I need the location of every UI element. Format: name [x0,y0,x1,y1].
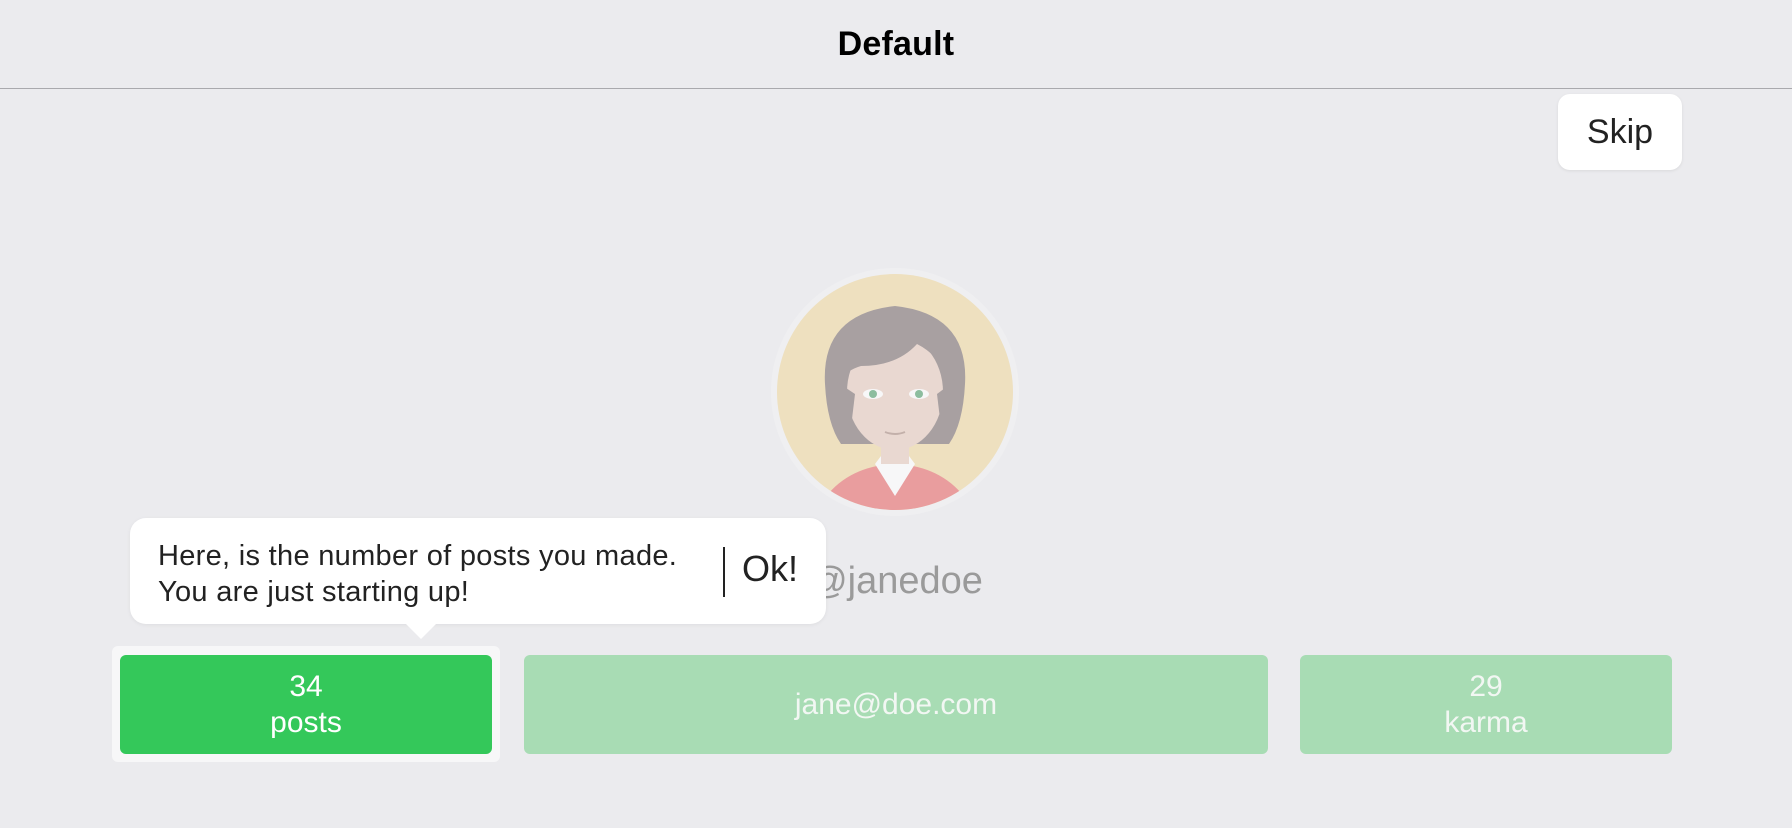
navigation-bar: Default [0,0,1792,89]
tooltip-line-1: Here, is the number of posts you made. [158,540,678,572]
skip-button[interactable]: Skip [1558,94,1682,170]
posts-stat-button[interactable]: 34 posts [120,655,492,754]
tooltip-message: Here, is the number of posts you made. Y… [158,538,718,610]
posts-count: 34 [289,669,323,703]
tooltip-ok-button[interactable]: Ok! [742,548,798,590]
page-title: Default [837,24,955,63]
karma-label: karma [1444,705,1528,739]
tooltip-line-2: You are just starting up! [158,576,470,608]
woman-avatar-icon [777,274,1013,510]
karma-count: 29 [1469,669,1503,703]
email-stat-button[interactable]: jane@doe.com [524,655,1268,754]
karma-stat-button[interactable]: 29 karma [1300,655,1672,754]
email-value: jane@doe.com [794,687,998,721]
tooltip-arrow [405,623,437,639]
tooltip-divider [723,547,725,597]
avatar [771,268,1019,516]
app-screen: Default Skip @janedoe 34 posts jane@doe.… [0,0,1792,828]
posts-label: posts [270,705,342,739]
onboarding-tooltip: Here, is the number of posts you made. Y… [130,518,826,639]
